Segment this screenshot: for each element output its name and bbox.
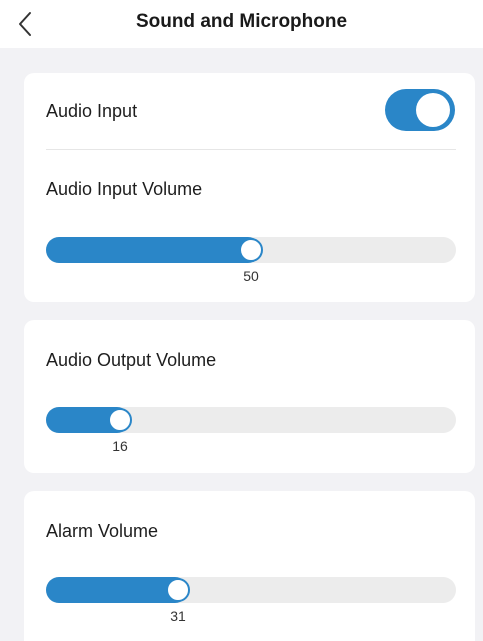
alarm-volume-slider[interactable]: 31 <box>46 577 456 624</box>
slider-value: 31 <box>170 608 186 624</box>
audio-input-toggle[interactable] <box>385 89 455 131</box>
slider-thumb[interactable] <box>108 408 132 432</box>
slider-thumb[interactable] <box>166 578 190 602</box>
audio-output-volume-slider[interactable]: 16 <box>46 407 456 454</box>
slider-value: 50 <box>243 268 259 284</box>
slider-fill <box>46 237 261 263</box>
audio-input-volume-label: Audio Input Volume <box>46 179 203 199</box>
audio-output-volume-label: Audio Output Volume <box>46 350 217 370</box>
alarm-card: Alarm Volume 31 <box>24 491 475 641</box>
divider <box>46 149 456 150</box>
audio-output-card: Audio Output Volume 16 <box>24 320 475 473</box>
slider-thumb[interactable] <box>239 238 263 262</box>
page-title: Sound and Microphone <box>135 11 348 32</box>
audio-input-volume-slider[interactable]: 50 <box>46 237 456 284</box>
audio-input-label: Audio Input <box>46 101 138 121</box>
audio-input-card: Audio Input Audio Input Volume 50 <box>24 73 475 302</box>
top-bar: Sound and Microphone <box>0 0 483 48</box>
slider-value: 16 <box>112 438 128 454</box>
toggle-knob <box>416 93 450 127</box>
alarm-volume-label: Alarm Volume <box>46 521 159 541</box>
